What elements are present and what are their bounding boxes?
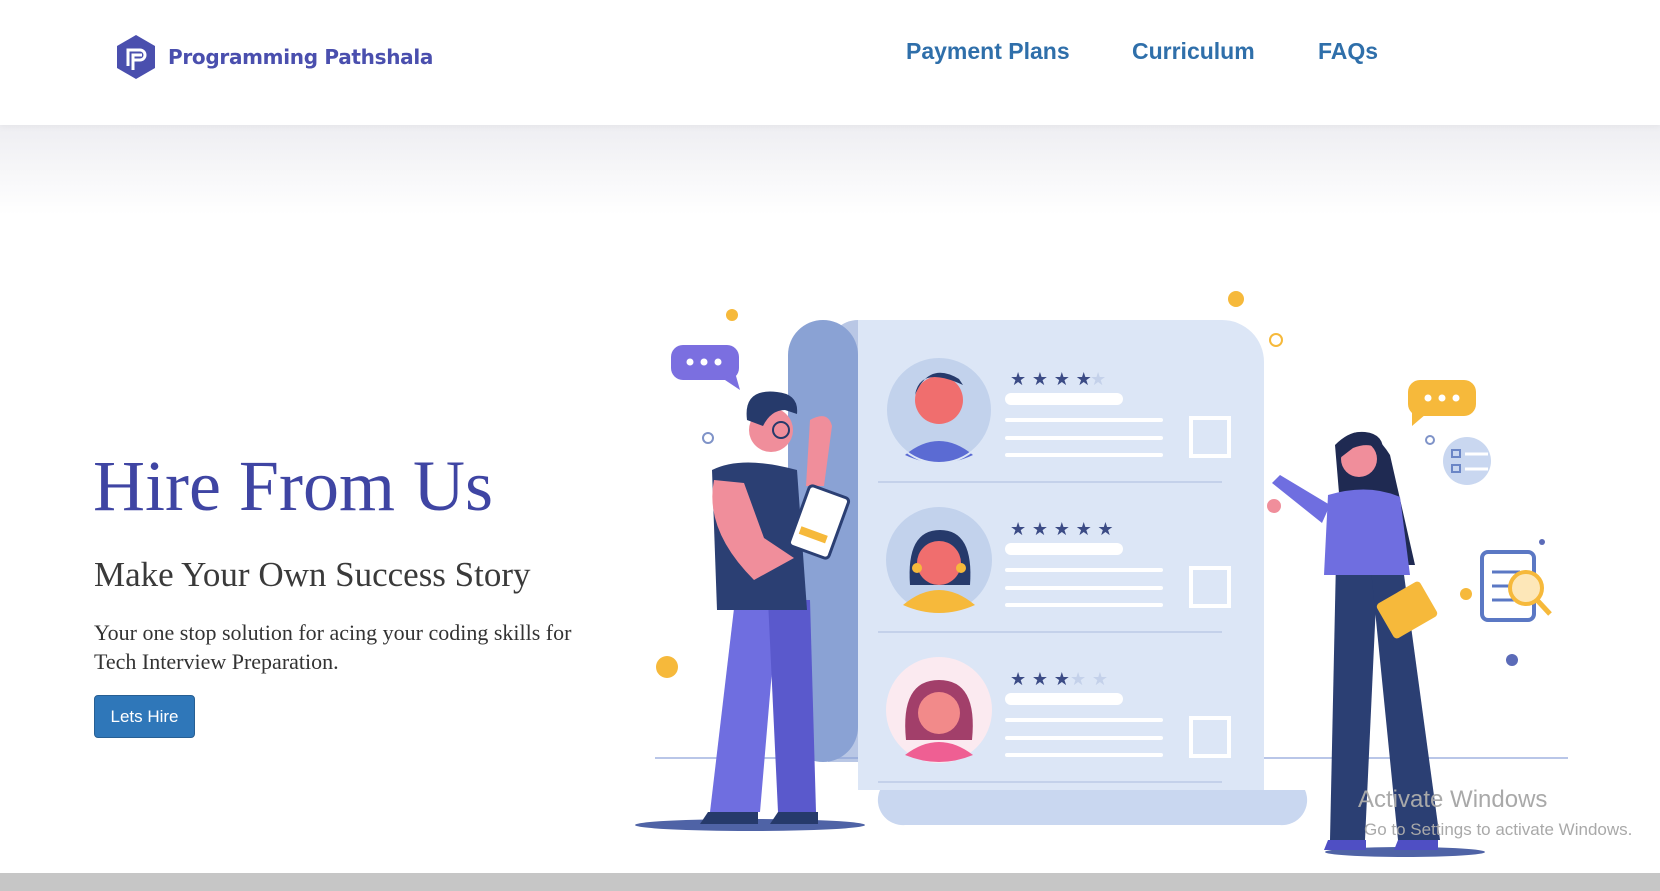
hero-title: Hire From Us <box>93 446 493 526</box>
clipboard-search-icon <box>1480 550 1552 622</box>
svg-text:★ ★ ★: ★ ★ ★ <box>1010 669 1070 690</box>
rating-stars: ★ ★ ★ ★★ <box>1010 369 1106 390</box>
pathshala-logo-icon <box>117 35 155 79</box>
brand-logo-link[interactable]: Programming Pathshala <box>116 34 433 80</box>
svg-text:★ ★ ★ ★: ★ ★ ★ ★ <box>1010 369 1092 390</box>
checklist-icon <box>1443 437 1491 485</box>
navbar: Programming Pathshala Payment Plans Curr… <box>0 0 1660 125</box>
nav-curriculum[interactable]: Curriculum <box>1132 38 1255 65</box>
svg-text:★: ★ <box>1090 369 1106 390</box>
brand-name: Programming Pathshala <box>168 45 434 69</box>
hero-subtitle: Make Your Own Success Story <box>94 555 531 594</box>
nav-payment-plans[interactable]: Payment Plans <box>906 38 1070 65</box>
chat-bubble-icon <box>1408 380 1476 426</box>
nav-faqs[interactable]: FAQs <box>1318 38 1378 65</box>
chat-bubble-icon <box>671 345 740 390</box>
rating-stars: ★ ★ ★ ★ ★ <box>1010 669 1108 690</box>
hiring-illustration: ★ ★ ★ ★★ ★ ★ ★ ★ ★ ★ ★ ★ ★ ★ <box>635 291 1568 857</box>
rating-stars: ★ ★ ★ ★ ★ <box>1010 519 1114 540</box>
bottom-bar <box>0 873 1660 891</box>
svg-text:★ ★: ★ ★ <box>1070 669 1108 690</box>
lets-hire-button[interactable]: Lets Hire <box>94 695 195 738</box>
watermark-title: Activate Windows <box>1358 786 1548 813</box>
hero-description: Your one stop solution for acing your co… <box>94 620 572 674</box>
svg-text:★ ★ ★ ★ ★: ★ ★ ★ ★ ★ <box>1010 519 1114 540</box>
watermark-subtitle: Go to Settings to activate Windows. <box>1364 820 1633 839</box>
windows-activation-watermark: Activate Windows Go to Settings to activ… <box>1358 786 1632 840</box>
